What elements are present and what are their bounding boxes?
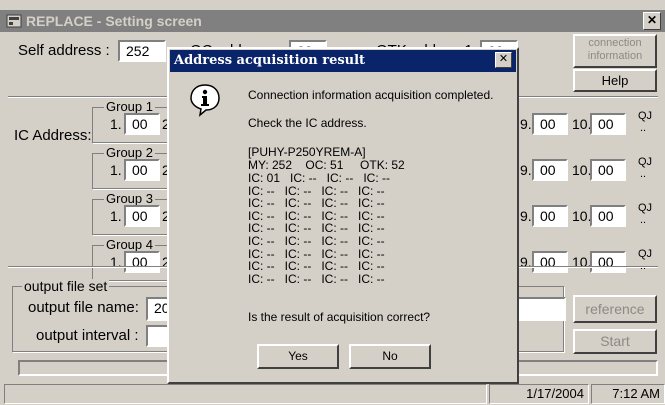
ic-index-label: 10. [572, 162, 592, 178]
ic-index-label: 1. [110, 208, 122, 224]
window-close-button[interactable]: ✕ [643, 12, 661, 30]
ic-index-label: 9. [520, 162, 532, 178]
status-panel [4, 384, 487, 404]
ic-index-label: 10. [572, 116, 592, 132]
ic-address-field[interactable]: 00 [590, 159, 626, 181]
app-icon [6, 14, 22, 28]
self-address-field[interactable]: 252 [118, 40, 166, 62]
close-icon: ✕ [498, 53, 509, 65]
group-1-label: Group 1 [104, 99, 155, 114]
yes-button[interactable]: Yes [257, 344, 339, 369]
ic-address-field[interactable]: 00 [590, 113, 626, 135]
qj-dots: .. [640, 168, 647, 180]
ic-index-label: 9. [520, 116, 532, 132]
close-icon: ✕ [646, 13, 658, 27]
info-icon [190, 84, 220, 117]
ic-index-label: 10. [572, 208, 592, 224]
reference-button[interactable]: reference [573, 295, 657, 323]
address-acquisition-dialog: Address acquisition result ✕ Connection … [167, 47, 519, 384]
ic-index-label: 9. [520, 208, 532, 224]
ic-index-label: 1. [110, 254, 122, 270]
connection-information-button[interactable]: connection information [573, 34, 657, 68]
ic-address-field[interactable]: 00 [590, 251, 626, 273]
ic-address-field[interactable]: 00 [532, 159, 568, 181]
qj-dots: .. [640, 122, 647, 134]
dialog-message-completed: Connection information acquisition compl… [248, 88, 494, 102]
help-button[interactable]: Help [573, 69, 657, 92]
dialog-ic-line: IC: -- IC: -- IC: -- IC: -- [248, 271, 385, 286]
window-title-bar[interactable]: REPLACE - Setting screen [0, 10, 665, 32]
group-4-label: Group 4 [104, 237, 155, 252]
dialog-message-check: Check the IC address. [248, 116, 367, 130]
ic-address-field[interactable]: 00 [124, 113, 160, 135]
ic-address-field[interactable]: 00 [124, 251, 160, 273]
ic-address-field[interactable]: 00 [532, 251, 568, 273]
self-address-label: Self address : [18, 42, 110, 59]
ic-address-field[interactable]: 00 [532, 113, 568, 135]
ic-index-label: 10. [572, 254, 592, 270]
no-button[interactable]: No [349, 344, 431, 369]
ic-address-field[interactable]: 00 [124, 159, 160, 181]
ic-index-label: 1. [110, 116, 122, 132]
ic-address-field[interactable]: 00 [590, 205, 626, 227]
status-date: 1/17/2004 [489, 384, 589, 404]
start-button[interactable]: Start [573, 329, 657, 354]
ic-index-label: 9. [520, 254, 532, 270]
dialog-title: Address acquisition result [174, 53, 366, 68]
group-2-label: Group 2 [104, 145, 155, 160]
ic-address-field[interactable]: 00 [532, 205, 568, 227]
dialog-close-button[interactable]: ✕ [495, 52, 512, 68]
ic-address-field[interactable]: 00 [124, 205, 160, 227]
qj-dots: .. [640, 214, 647, 226]
output-file-set-label: output file set [22, 278, 110, 294]
ic-address-label: IC Address: [14, 127, 92, 144]
output-interval-label: output interval : [36, 327, 139, 344]
output-file-name-label: output file name: [28, 299, 139, 316]
dialog-title-bar[interactable]: Address acquisition result [170, 50, 516, 72]
status-time: 7:12 AM [591, 384, 665, 404]
ic-index-label: 1. [110, 162, 122, 178]
dialog-question: Is the result of acquisition correct? [248, 310, 431, 324]
window-title: REPLACE - Setting screen [26, 13, 202, 29]
group-3-label: Group 3 [104, 191, 155, 206]
